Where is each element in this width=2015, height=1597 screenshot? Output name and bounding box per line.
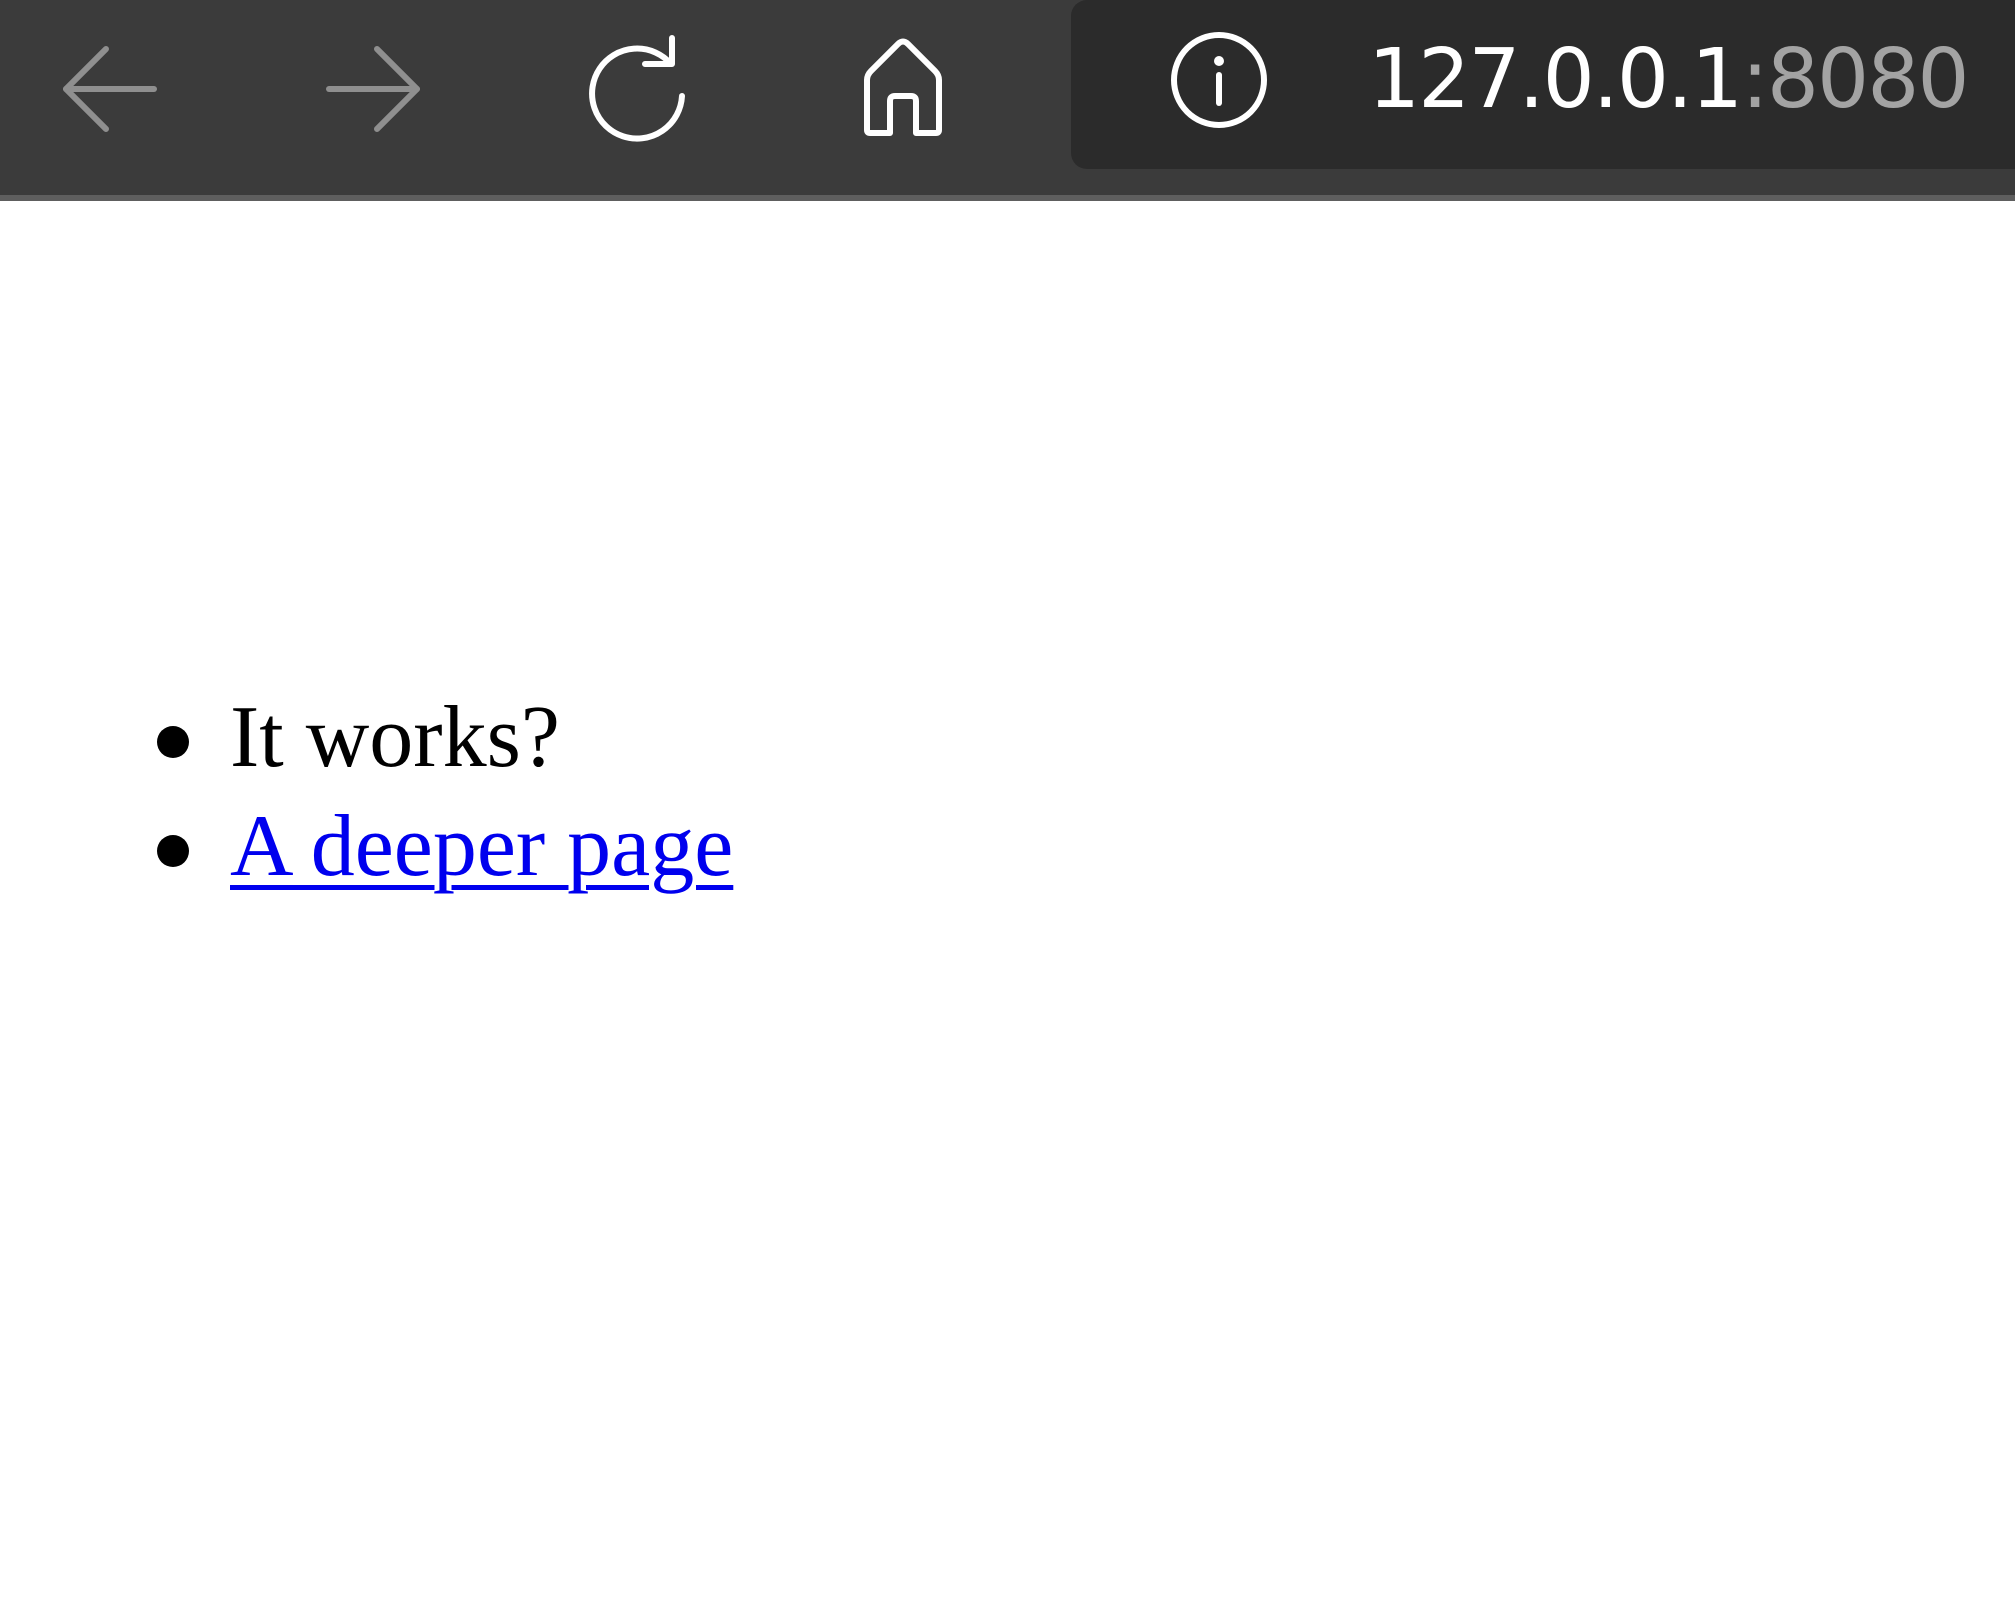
arrow-left-icon <box>63 46 157 132</box>
home-icon <box>864 38 942 136</box>
home-button[interactable] <box>838 24 968 154</box>
list-item-text: It works? <box>230 689 560 786</box>
page-content: It works? A deeper page <box>0 201 2015 1597</box>
site-info-button[interactable] <box>1170 31 1268 129</box>
browser-toolbar: 127.0.0.1:8080 <box>0 0 2015 195</box>
bullet-icon <box>157 835 189 867</box>
deeper-page-link[interactable]: A deeper page <box>230 792 733 902</box>
url-port: :8080 <box>1741 32 1969 127</box>
address-bar[interactable]: 127.0.0.1:8080 <box>1071 0 2015 169</box>
url-host: 127.0.0.1 <box>1368 32 1743 127</box>
reload-button[interactable] <box>573 24 703 154</box>
forward-button[interactable] <box>309 24 439 154</box>
url-text[interactable]: 127.0.0.1:8080 <box>1368 30 1970 130</box>
info-circle-icon <box>1171 32 1267 128</box>
reload-icon <box>589 35 685 142</box>
back-button[interactable] <box>44 24 174 154</box>
bullet-icon <box>157 726 189 758</box>
arrow-right-icon <box>326 46 420 132</box>
